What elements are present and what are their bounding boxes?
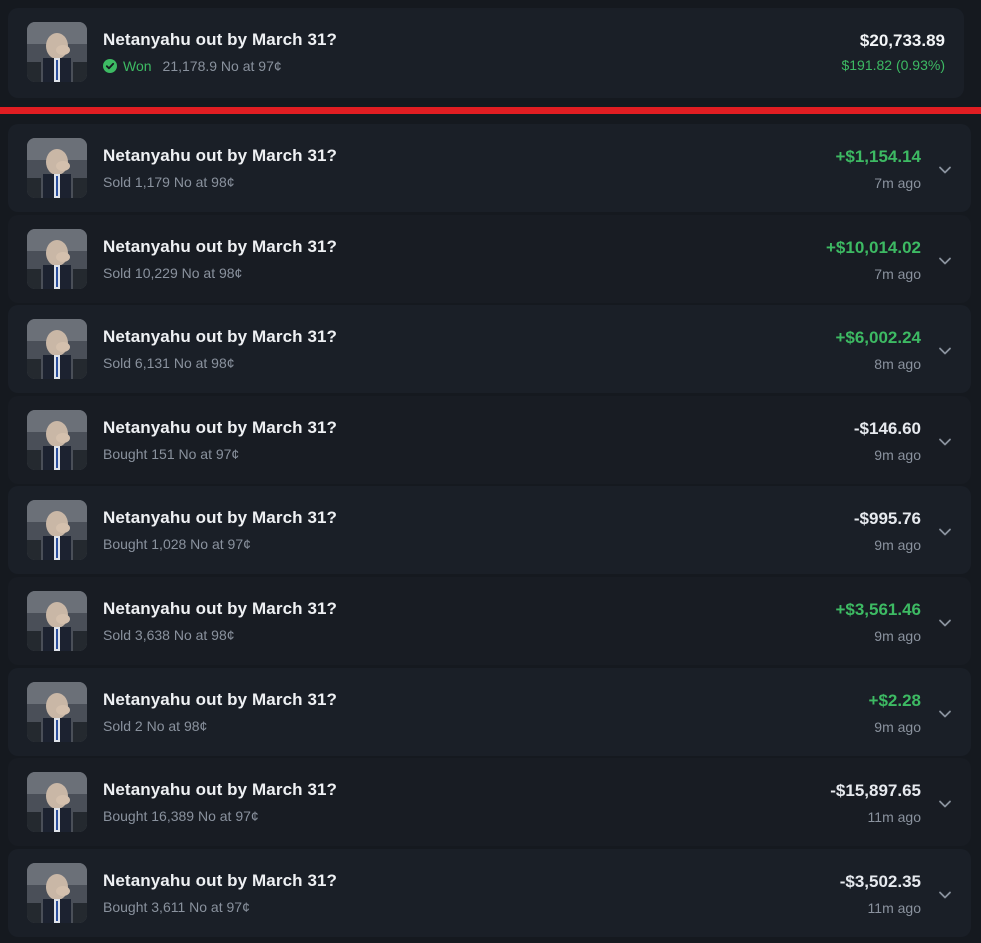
market-thumbnail [27,500,87,561]
chevron-down-icon[interactable] [938,434,952,446]
activity-row[interactable]: Netanyahu out by March 31? Sold 6,131 No… [8,305,971,394]
trade-time: 9m ago [874,718,921,735]
market-title[interactable]: Netanyahu out by March 31? [103,327,337,347]
trade-time: 7m ago [874,175,921,191]
market-title[interactable]: Netanyahu out by March 31? [103,30,337,50]
activity-row[interactable]: Netanyahu out by March 31? Sold 10,229 N… [8,214,971,303]
trade-amount: -$15,897.65 [830,781,921,801]
chevron-down-icon[interactable] [938,796,952,808]
divider-line [0,107,981,114]
trade-amount: -$995.76 [853,509,921,529]
position-card[interactable]: Netanyahu out by March 31? Won 21,178.9 … [8,8,964,98]
trade-detail: Sold 6,131 No at 98¢ [103,355,235,372]
trade-amount: +$6,002.24 [835,328,921,348]
market-thumbnail [27,138,87,198]
trade-detail: Bought 151 No at 97¢ [103,445,240,462]
trade-time: 9m ago [874,446,921,463]
activity-row[interactable]: Netanyahu out by March 31? Sold 1,179 No… [8,124,971,212]
market-thumbnail [27,591,87,651]
trade-time: 11m ago [867,899,921,916]
trade-detail: Sold 3,638 No at 98¢ [103,627,235,643]
trade-detail: Sold 1,179 No at 98¢ [103,174,235,190]
position-pnl: $191.82 (0.93%) [841,57,945,73]
position-status: Won 21,178.9 No at 97¢ [103,58,282,74]
chevron-down-icon[interactable] [938,253,952,264]
activity-row[interactable]: Netanyahu out by March 31? Sold 3,638 No… [8,577,971,665]
market-title[interactable]: Netanyahu out by March 31? [103,418,337,438]
trade-amount: +$2.28 [868,690,921,710]
activity-row[interactable]: Netanyahu out by March 31? Bought 151 No… [8,395,971,484]
market-title[interactable]: Netanyahu out by March 31? [103,237,337,257]
market-title[interactable]: Netanyahu out by March 31? [103,146,337,166]
trade-time: 11m ago [867,809,921,826]
trade-detail: Sold 2 No at 98¢ [103,717,208,734]
market-title[interactable]: Netanyahu out by March 31? [103,871,337,891]
market-thumbnail [27,772,87,833]
trade-detail: Bought 1,028 No at 97¢ [103,536,251,553]
chevron-down-icon[interactable] [938,887,952,899]
trade-time: 9m ago [874,628,921,644]
trade-detail: Sold 10,229 No at 98¢ [103,264,243,281]
market-thumbnail [27,409,87,470]
market-thumbnail [27,228,87,289]
market-title[interactable]: Netanyahu out by March 31? [103,780,337,800]
trade-detail: Bought 16,389 No at 97¢ [103,808,259,825]
chevron-down-icon[interactable] [938,706,952,717]
market-title[interactable]: Netanyahu out by March 31? [103,690,337,710]
chevron-down-icon[interactable] [938,524,952,536]
activity-row[interactable]: Netanyahu out by March 31? Bought 3,611 … [8,848,971,937]
chevron-down-icon[interactable] [938,162,952,174]
position-value: $20,733.89 [859,31,945,50]
chevron-down-icon[interactable] [938,615,952,627]
position-detail: 21,178.9 No at 97¢ [162,58,282,74]
market-thumbnail [27,319,87,380]
trade-amount: +$10,014.02 [825,237,921,257]
market-title[interactable]: Netanyahu out by March 31? [103,599,337,619]
market-thumbnail [27,22,87,82]
trade-time: 7m ago [874,265,921,282]
trade-amount: +$3,561.46 [835,600,921,619]
trade-amount: -$3,502.35 [839,871,921,891]
trade-time: 8m ago [874,356,921,373]
trade-time: 9m ago [874,537,921,554]
trade-amount: -$146.60 [853,418,921,438]
market-thumbnail [27,862,87,923]
activity-row[interactable]: Netanyahu out by March 31? Sold 2 No at … [8,667,971,756]
status-label: Won [123,58,152,74]
trade-detail: Bought 3,611 No at 97¢ [103,898,250,915]
activity-row[interactable]: Netanyahu out by March 31? Bought 16,389… [8,758,971,847]
trade-amount: +$1,154.14 [835,147,921,166]
chevron-down-icon[interactable] [938,343,952,355]
market-title[interactable]: Netanyahu out by March 31? [103,508,337,528]
check-circle-icon [103,59,117,73]
market-thumbnail [27,681,87,742]
activity-row[interactable]: Netanyahu out by March 31? Bought 1,028 … [8,486,971,575]
